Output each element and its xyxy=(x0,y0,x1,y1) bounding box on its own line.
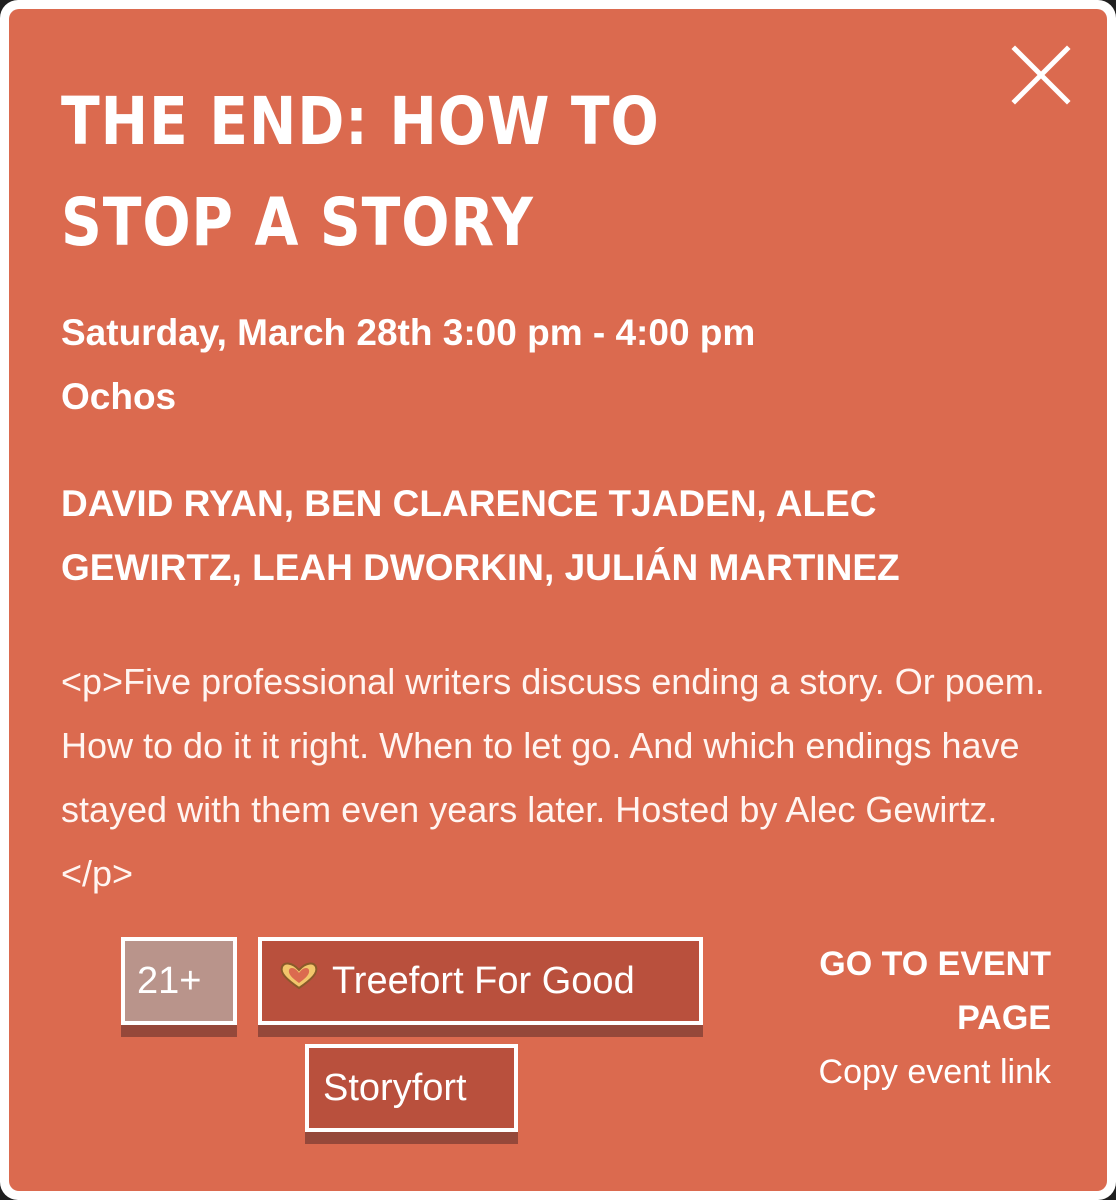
copy-event-link[interactable]: Copy event link xyxy=(791,1045,1051,1099)
tag-story-label: Storyfort xyxy=(323,1067,467,1109)
tag-good-label: Treefort For Good xyxy=(332,960,635,1002)
window-frame: THE END: HOW TO STOP A STORY Saturday, M… xyxy=(0,0,1116,1200)
close-button[interactable] xyxy=(1011,45,1071,105)
tag-age-label: 21+ xyxy=(137,960,202,1002)
event-venue: Ochos xyxy=(61,376,177,417)
event-footer: 21+ Treefort For Good Storyfort GO TO EV… xyxy=(61,937,1051,1157)
go-to-event-page-link[interactable]: GO TO EVENT PAGE xyxy=(791,937,1051,1045)
event-performers: DAVID RYAN, BEN CLARENCE TJADEN, ALEC GE… xyxy=(61,483,900,588)
tag-treefort-for-good[interactable]: Treefort For Good xyxy=(258,937,703,1025)
event-datetime: Saturday, March 28th 3:00 pm - 4:00 pm xyxy=(61,312,756,353)
event-actions: GO TO EVENT PAGE Copy event link xyxy=(791,937,1051,1099)
event-description: <p>Five professional writers discuss end… xyxy=(61,661,1045,894)
tag-age-21-plus[interactable]: 21+ xyxy=(121,937,237,1025)
close-icon xyxy=(1011,45,1071,105)
tag-storyfort[interactable]: Storyfort xyxy=(305,1044,518,1132)
heart-hands-icon xyxy=(278,939,320,1019)
event-modal: THE END: HOW TO STOP A STORY Saturday, M… xyxy=(9,9,1107,1191)
event-title: THE END: HOW TO STOP A STORY xyxy=(61,83,660,261)
